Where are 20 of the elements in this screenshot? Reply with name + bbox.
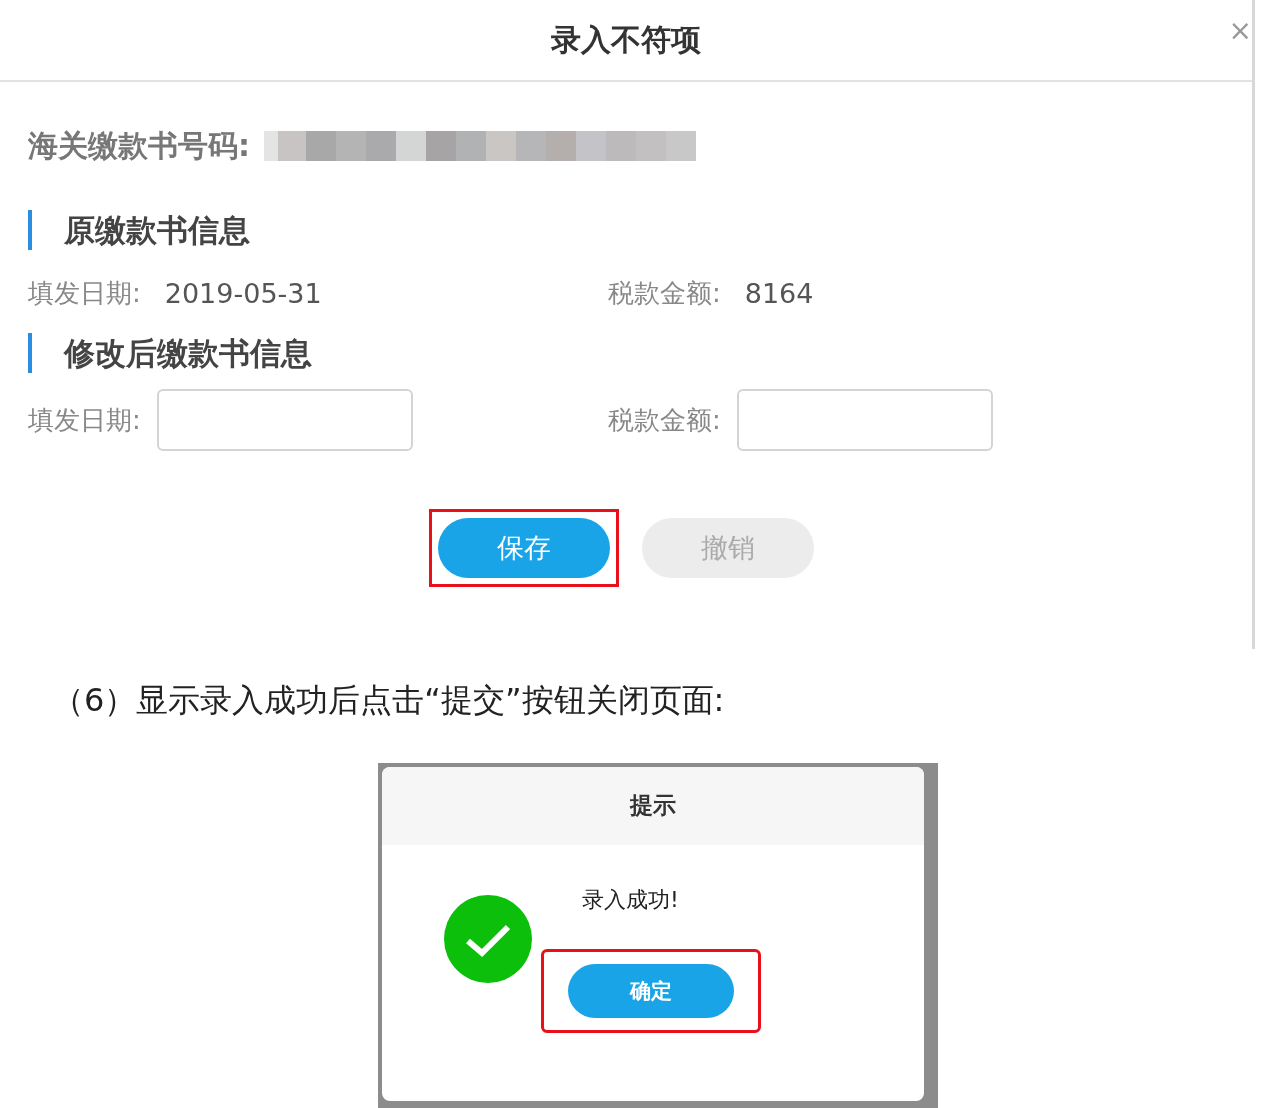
field-label: 填发日期: bbox=[28, 277, 141, 310]
field-label: 海关缴款书号码: bbox=[28, 126, 250, 165]
cancel-button[interactable]: 撤销 bbox=[642, 518, 814, 578]
dialog-title: 录入不符项 bbox=[551, 20, 701, 59]
save-button[interactable]: 保存 bbox=[438, 518, 610, 578]
input-field[interactable] bbox=[736, 389, 993, 451]
alert-title: 提示 bbox=[382, 766, 924, 845]
input-field[interactable] bbox=[156, 389, 413, 451]
confirm-button[interactable]: 确定 bbox=[568, 963, 734, 1018]
field-value: 2019-05-31 bbox=[164, 278, 322, 309]
field-label: 税款金额: bbox=[608, 277, 721, 310]
field-label: 填发日期: bbox=[28, 403, 141, 437]
close-button[interactable]: × bbox=[1228, 14, 1252, 47]
section-title: 修改后缴款书信息 bbox=[28, 333, 1224, 373]
field-value: 8164 bbox=[744, 278, 814, 309]
success-check-icon bbox=[444, 894, 532, 983]
section-title: 原缴款书信息 bbox=[28, 210, 1224, 250]
instruction-text: （6）显示录入成功后点击“提交”按钮关闭页面: bbox=[52, 679, 726, 721]
field-label: 税款金额: bbox=[608, 403, 721, 437]
alert-message: 录入成功! bbox=[582, 885, 680, 914]
